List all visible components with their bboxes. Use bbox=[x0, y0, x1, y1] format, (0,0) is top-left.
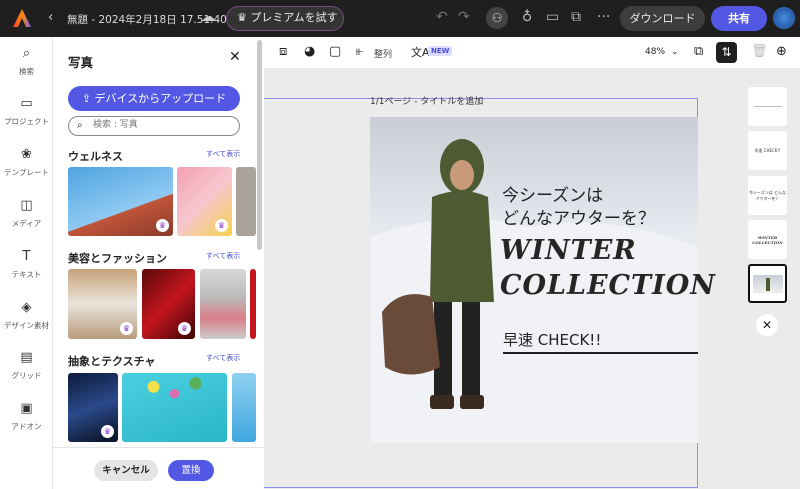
section-title: 美容とファッション bbox=[68, 252, 167, 265]
layer-thumb-winter[interactable]: WINTER COLLECTION bbox=[748, 220, 787, 259]
rail-item-media[interactable]: ◫ メディア bbox=[0, 198, 53, 229]
download-button[interactable]: ダウンロード bbox=[620, 6, 705, 31]
replace-button[interactable]: 置換 bbox=[168, 460, 214, 481]
winter-text[interactable]: WINTER bbox=[500, 235, 637, 266]
cloud-sync-icon[interactable]: ☁ bbox=[201, 9, 215, 25]
top-bar: ‹ 無題 - 2024年2月18日 17.51.40 ☁ ♛ プレミアムを試す … bbox=[0, 0, 800, 37]
photo-thumbnail[interactable]: ♛ bbox=[68, 167, 173, 236]
folder-icon: ▭ bbox=[20, 96, 33, 111]
page-label[interactable]: 1/1ページ - タイトルを追加 bbox=[370, 94, 483, 107]
addon-icon: ▣ bbox=[20, 401, 33, 416]
avatar[interactable] bbox=[773, 7, 795, 29]
app-logo[interactable] bbox=[12, 8, 32, 28]
translate-icon[interactable]: 文A bbox=[411, 44, 430, 60]
more-icon[interactable]: ··· bbox=[597, 9, 610, 25]
premium-crown-icon: ♛ bbox=[215, 219, 228, 232]
undo-icon[interactable]: ↶ bbox=[436, 9, 448, 25]
collection-text[interactable]: COLLECTION bbox=[500, 270, 716, 301]
back-icon[interactable]: ‹ bbox=[48, 10, 53, 25]
cancel-button[interactable]: キャンセル bbox=[94, 460, 158, 481]
lightbulb-icon[interactable]: ♁ bbox=[522, 9, 532, 25]
layer-thumb-line[interactable] bbox=[748, 87, 787, 126]
headline-line-1[interactable]: 今シーズンは bbox=[502, 181, 603, 206]
section-title: 抽象とテクスチャ bbox=[68, 355, 156, 368]
add-icon[interactable]: ⊕ bbox=[776, 44, 787, 59]
media-icon: ◫ bbox=[20, 198, 33, 213]
photo-thumbnail[interactable]: ♛ bbox=[142, 269, 195, 339]
photos-panel: 写真 ✕ ⇪ デバイスからアップロード ⌕ 検索 : 写真 ウェルネス すべて表示… bbox=[53, 37, 264, 489]
see-all-link[interactable]: すべて表示 bbox=[206, 353, 240, 363]
redo-icon[interactable]: ↷ bbox=[458, 9, 470, 25]
template-icon: ❀ bbox=[21, 147, 32, 162]
panel-title: 写真 bbox=[68, 55, 94, 70]
comment-icon[interactable]: ▭ bbox=[546, 9, 559, 25]
canvas-toolbar: ⧈ ◕ ▢ ⫦ 整列 文A NEW 48% ⌄ ⧉ ⇅ 🗑 ⊕ bbox=[264, 37, 800, 68]
panel-scrollbar[interactable] bbox=[257, 40, 262, 250]
search-input[interactable]: ⌕ 検索 : 写真 bbox=[68, 116, 240, 136]
new-badge: NEW bbox=[428, 46, 453, 56]
layer-thumb-check[interactable]: 早速 CHECK!! bbox=[748, 131, 787, 170]
arrange-button[interactable]: 整列 bbox=[374, 47, 392, 60]
grid-icon: ▤ bbox=[20, 350, 33, 365]
photo-thumbnail[interactable] bbox=[236, 167, 256, 236]
upload-button[interactable]: ⇪ デバイスからアップロード bbox=[68, 86, 240, 111]
see-all-link[interactable]: すべて表示 bbox=[206, 251, 240, 261]
see-all-link[interactable]: すべて表示 bbox=[206, 149, 240, 159]
underline-divider[interactable] bbox=[503, 352, 698, 354]
rail-item-grid[interactable]: ▤ グリッド bbox=[0, 350, 53, 381]
try-premium-button[interactable]: ♛ プレミアムを試す bbox=[226, 6, 344, 31]
pages-icon[interactable]: ⧉ bbox=[694, 44, 703, 59]
photo-thumbnail[interactable] bbox=[250, 269, 256, 339]
rail-item-search[interactable]: ⌕ 検索 bbox=[0, 46, 53, 77]
premium-crown-icon: ♛ bbox=[120, 322, 133, 335]
trash-icon[interactable]: 🗑 bbox=[751, 44, 768, 59]
text-icon: T bbox=[22, 249, 31, 264]
align-icon[interactable]: ⫦ bbox=[356, 44, 363, 59]
rail-item-templates[interactable]: ❀ テンプレート bbox=[0, 147, 53, 178]
search-icon: ⌕ bbox=[22, 46, 31, 61]
resize-icon[interactable]: ⧈ bbox=[279, 44, 287, 59]
rail-item-design-assets[interactable]: ◈ デザイン素材 bbox=[0, 300, 53, 331]
upload-icon: ⇪ bbox=[81, 92, 95, 105]
layers-toggle-button[interactable]: ⇅ bbox=[716, 42, 737, 63]
photo-thumbnail[interactable]: ♛ bbox=[177, 167, 232, 236]
photo-thumbnail[interactable] bbox=[232, 373, 256, 442]
share-button[interactable]: 共有 bbox=[711, 6, 767, 31]
crown-icon: ♛ bbox=[237, 11, 251, 24]
layer-thumb-photo[interactable] bbox=[748, 264, 787, 303]
check-text[interactable]: 早速 CHECK!! bbox=[503, 329, 601, 350]
chat-icon[interactable]: ⧉ bbox=[571, 9, 581, 25]
close-icon[interactable]: ✕ bbox=[229, 49, 241, 65]
invite-user-icon[interactable]: ⚇ bbox=[486, 7, 508, 29]
shape-icon[interactable]: ▢ bbox=[329, 44, 341, 59]
premium-crown-icon: ♛ bbox=[156, 219, 169, 232]
rail-item-addons[interactable]: ▣ アドオン bbox=[0, 401, 53, 432]
shapes-icon: ◈ bbox=[21, 300, 32, 315]
premium-crown-icon: ♛ bbox=[178, 322, 191, 335]
zoom-level[interactable]: 48% bbox=[645, 47, 665, 57]
panel-footer: キャンセル 置換 bbox=[53, 447, 264, 489]
section-title: ウェルネス bbox=[68, 150, 123, 163]
rail-item-projects[interactable]: ▭ プロジェクト bbox=[0, 96, 53, 127]
layer-thumb-headline[interactable]: 今シーズンは どんなアウターを？ bbox=[748, 176, 787, 215]
photo-thumbnail[interactable] bbox=[122, 373, 227, 442]
photo-thumbnail[interactable] bbox=[200, 269, 246, 339]
search-icon: ⌕ bbox=[77, 120, 83, 131]
palette-icon[interactable]: ◕ bbox=[304, 44, 315, 59]
premium-crown-icon: ♛ bbox=[101, 425, 114, 438]
rail-item-text[interactable]: T テキスト bbox=[0, 249, 53, 280]
headline-line-2[interactable]: どんなアウターを？ bbox=[502, 204, 655, 229]
close-layers-icon[interactable]: ✕ bbox=[756, 314, 778, 336]
left-rail: ⌕ 検索 ▭ プロジェクト ❀ テンプレート ◫ メディア T テキスト ◈ デザイン素材 … bbox=[0, 37, 53, 489]
photo-thumbnail[interactable]: ♛ bbox=[68, 269, 137, 339]
photo-thumbnail[interactable]: ♛ bbox=[68, 373, 118, 442]
chevron-down-icon[interactable]: ⌄ bbox=[671, 47, 679, 57]
